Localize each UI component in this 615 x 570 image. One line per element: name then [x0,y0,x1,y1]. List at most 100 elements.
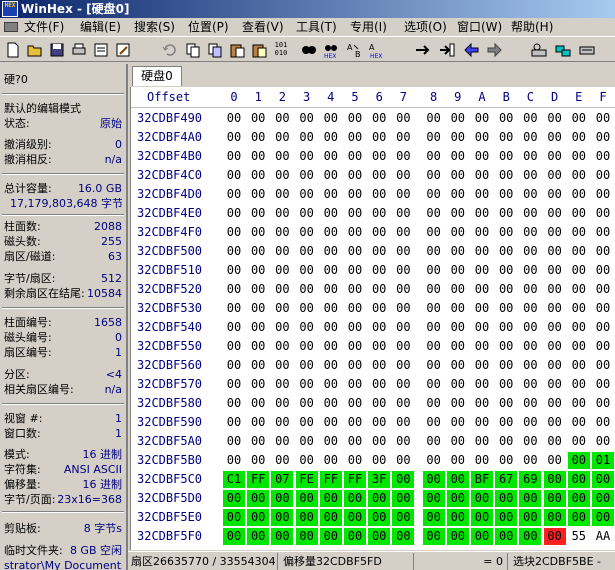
hex-byte[interactable]: 00 [368,205,390,222]
hex-byte[interactable]: 00 [446,490,469,507]
hex-byte[interactable]: 00 [296,129,318,146]
hex-byte[interactable]: 00 [544,433,566,450]
hex-byte[interactable]: 00 [471,338,493,355]
hex-byte[interactable]: 00 [344,243,366,260]
hex-byte[interactable]: 00 [519,262,541,279]
hex-byte[interactable]: 00 [519,319,541,336]
hex-byte[interactable]: 00 [568,129,590,146]
hex-byte[interactable]: 00 [247,243,269,260]
winhex-app-icon[interactable]: HEX [2,1,18,17]
hex-byte[interactable]: FF [247,471,270,488]
hex-byte[interactable]: 00 [471,300,493,317]
hex-byte[interactable]: 00 [368,490,391,507]
hex-byte[interactable]: 00 [344,205,366,222]
hex-byte[interactable]: 00 [519,129,541,146]
hex-byte[interactable]: 00 [544,186,566,203]
hex-byte[interactable]: 00 [320,224,342,241]
menu-special[interactable]: 专用(I) [350,19,387,36]
hex-byte[interactable]: 00 [519,338,541,355]
hex-byte[interactable]: BF [471,471,493,488]
hex-byte[interactable]: 00 [519,243,541,260]
hex-byte[interactable]: 00 [271,167,293,184]
hex-byte[interactable]: 00 [423,148,445,165]
hex-byte[interactable]: 00 [296,414,318,431]
hex-byte[interactable]: 00 [423,376,445,393]
hex-byte[interactable]: 00 [271,129,293,146]
hex-byte[interactable]: 00 [296,281,318,298]
hex-byte[interactable]: 00 [592,262,614,279]
hex-byte[interactable]: 00 [447,129,469,146]
hex-byte[interactable]: 00 [223,167,245,184]
hex-byte[interactable]: 00 [392,357,414,374]
hex-byte[interactable]: 00 [296,148,318,165]
hex-byte[interactable]: 00 [423,205,445,222]
hex-byte[interactable]: 00 [423,319,445,336]
hex-byte[interactable]: 00 [471,433,493,450]
hex-byte[interactable]: 00 [392,262,414,279]
hex-byte[interactable]: AA [592,528,614,545]
hex-byte[interactable]: 00 [544,281,566,298]
hex-byte[interactable]: 00 [320,452,342,469]
hex-byte[interactable]: 00 [567,509,590,526]
hex-byte[interactable]: 00 [568,395,590,412]
hex-byte[interactable]: 00 [271,186,293,203]
hex-byte[interactable]: 00 [296,167,318,184]
hex-byte[interactable]: 00 [368,338,390,355]
hex-byte[interactable]: 00 [344,167,366,184]
hex-byte[interactable]: 00 [296,395,318,412]
ram-editor-icon[interactable] [554,41,572,59]
hex-byte[interactable]: 00 [495,148,517,165]
hex-byte[interactable]: 00 [471,395,493,412]
hex-byte[interactable]: 00 [295,509,318,526]
hex-byte[interactable]: 00 [544,224,566,241]
hex-byte[interactable]: 00 [296,186,318,203]
hex-byte[interactable]: 00 [344,433,366,450]
find-icon[interactable] [300,41,318,59]
hex-byte[interactable]: 00 [544,300,566,317]
hex-row[interactable]: 32CDBF560 00 00 00 00 00 00 00 00 00 00 00 00 00 00 00 0… [131,356,615,375]
hex-byte[interactable]: 00 [223,433,245,450]
hex-byte[interactable]: 00 [247,224,269,241]
hex-byte[interactable]: 00 [296,224,318,241]
hex-row[interactable]: 32CDBF4C0 00 00 00 00 00 00 00 00 00 00 00 00 00 00 00 0… [131,166,615,185]
hex-byte[interactable]: 00 [544,338,566,355]
replace-icon[interactable]: AB [346,41,364,59]
hex-byte[interactable]: 00 [568,243,590,260]
menu-edit[interactable]: 编辑(E) [80,19,121,36]
hex-byte[interactable]: 00 [223,376,245,393]
hex-row[interactable]: 32CDBF5F0 00 00 00 00 00 00 00 00 00 00 00 00 00 00 55 A… [131,527,615,546]
hex-byte[interactable]: 00 [296,452,318,469]
hex-byte[interactable]: 00 [422,509,445,526]
hex-byte[interactable]: 00 [271,376,293,393]
hex-byte[interactable]: 00 [296,300,318,317]
disk-editor-icon[interactable] [530,41,548,59]
hex-byte[interactable]: 00 [471,262,493,279]
hex-byte[interactable]: 00 [423,395,445,412]
hex-byte[interactable]: 00 [423,357,445,374]
hex-byte[interactable]: 00 [447,357,469,374]
hex-byte[interactable]: FF [319,471,342,488]
undo-icon[interactable] [160,41,178,59]
menu-options[interactable]: 选项(O) [404,19,447,36]
hex-byte[interactable]: 00 [544,205,566,222]
hex-byte[interactable]: 00 [544,395,566,412]
hex-byte[interactable]: 00 [271,357,293,374]
hex-byte[interactable]: 00 [495,338,517,355]
hex-byte[interactable]: 00 [423,262,445,279]
hex-byte[interactable]: 00 [471,376,493,393]
hex-byte[interactable]: 00 [423,110,445,127]
hex-byte[interactable]: 00 [392,414,414,431]
hex-byte[interactable]: 00 [471,167,493,184]
hex-byte[interactable]: 00 [223,262,245,279]
hex-byte[interactable]: 00 [296,338,318,355]
menu-window[interactable]: 窗口(W) [457,19,502,36]
hex-row[interactable]: 32CDBF4F0 00 00 00 00 00 00 00 00 00 00 00 00 00 00 00 0… [131,223,615,242]
hex-byte[interactable]: 00 [368,167,390,184]
hex-byte[interactable]: 00 [446,471,469,488]
hex-byte[interactable]: 55 [568,528,590,545]
hex-byte[interactable]: 00 [544,129,566,146]
hex-byte[interactable]: 00 [592,129,614,146]
hex-byte[interactable]: 00 [392,509,415,526]
hex-byte[interactable]: 00 [592,281,614,298]
hex-byte[interactable]: 00 [368,110,390,127]
